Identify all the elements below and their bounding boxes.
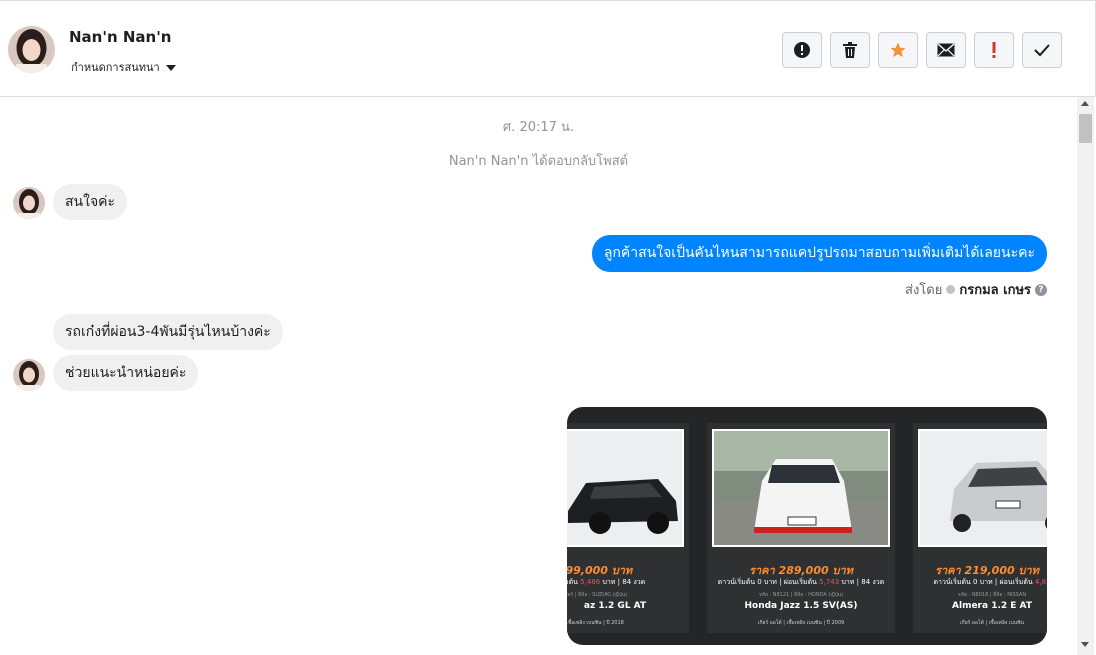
- delete-button[interactable]: [830, 32, 870, 68]
- message-timestamp: ศ. 20:17 น.: [502, 120, 575, 135]
- envelope-icon: [937, 43, 955, 57]
- installment-prefix: ผ่อนเริ่มต้น: [567, 578, 578, 586]
- reply-to-post-note: Nan'n Nan'n ได้ตอบกลับโพสต์: [448, 154, 629, 169]
- scrollbar-thumb[interactable]: [1079, 114, 1092, 143]
- sent-by-info: ส่งโดย กรกมล เกษร ?: [905, 279, 1047, 300]
- contact-name[interactable]: Nan'n Nan'n: [69, 28, 171, 46]
- check-icon: [1034, 44, 1050, 57]
- car-photo: [567, 429, 684, 547]
- outgoing-message[interactable]: ลูกค้าสนใจเป็นคันไหนสามารถแคปรูปรถมาสอบถ…: [591, 235, 1047, 272]
- car-photo: [712, 429, 890, 547]
- contact-avatar[interactable]: [8, 26, 55, 73]
- mark-done-button[interactable]: [1022, 32, 1062, 68]
- conversation-header: Nan'n Nan'n กำหนดการสนทนา: [0, 0, 1096, 97]
- car-footer: เกียร์ ออโต้ | เชื้อเพลิง เบนซิน | ปี 20…: [757, 620, 845, 626]
- sender-name[interactable]: กรกมล เกษร: [959, 279, 1031, 300]
- installment-info: ดาวน์เริ่มต้น 0 บาท | ผ่อนเริ่มต้น 4,83: [913, 577, 1047, 588]
- installment-prefix: ดาวน์เริ่มต้น 0 บาท | ผ่อนเริ่มต้น: [717, 578, 817, 586]
- car-spec: รหัส : N8018 | ยี่ห้อ : NISSAN: [957, 592, 1027, 598]
- car-footer: เกียร์ ออโต้ | เชื้อเพลิง เบนซิน: [959, 620, 1025, 626]
- incoming-message[interactable]: ช่วยแนะนำหน่อยค่ะ: [53, 355, 199, 391]
- help-icon[interactable]: ?: [1035, 283, 1047, 296]
- car-model: Almera 1.2 E AT: [952, 601, 1032, 611]
- star-button[interactable]: [878, 32, 918, 68]
- exclamation-circle-icon: [794, 42, 810, 58]
- installment-amount: 5,486: [580, 578, 601, 586]
- report-button[interactable]: [782, 32, 822, 68]
- assign-label: กำหนดการสนทนา: [71, 61, 160, 74]
- car-photo: [918, 429, 1047, 547]
- message-thread: ศ. 20:17 น. Nan'n Nan'n ได้ตอบกลับโพสต์ …: [0, 97, 1077, 655]
- car-listing-card: ราคา 289,000 บาท ดาวน์เริ่มต้น 0 บาท | ผ…: [707, 423, 895, 633]
- car-footer: เชื้อเพลิง เบนซิน | ปี 2018: [567, 620, 624, 626]
- sent-by-prefix: ส่งโดย: [905, 283, 943, 298]
- action-toolbar: [782, 32, 1062, 68]
- car-spec: รหัส : N8121 | ยี่ห้อ : HONDA (ญี่ปุ่น): [758, 592, 844, 598]
- exclamation-icon: [992, 42, 996, 58]
- installment-prefix: ดาวน์เริ่มต้น 0 บาท | ผ่อนเริ่มต้น: [933, 578, 1033, 586]
- incoming-message[interactable]: สนใจค่ะ: [53, 184, 128, 220]
- image-attachment[interactable]: 299,000 บาท ผ่อนเริ่มต้น 5,486 บาท | 84 …: [567, 407, 1047, 645]
- trash-icon: [843, 42, 857, 58]
- caret-down-icon: [165, 64, 176, 71]
- contact-avatar-small: [13, 187, 45, 219]
- star-icon: [890, 42, 906, 58]
- mark-important-button[interactable]: [974, 32, 1014, 68]
- installment-amount: 5,743: [819, 578, 840, 586]
- mark-unread-button[interactable]: [926, 32, 966, 68]
- check-circle-icon: [946, 285, 956, 294]
- installment-suffix: บาท | 84 งวด: [602, 578, 646, 586]
- incoming-message[interactable]: รถเก๋งที่ผ่อน3-4พันมีรุ่นไหนบ้างค่ะ: [53, 314, 283, 350]
- car-model: Honda Jazz 1.5 SV(AS): [744, 601, 858, 611]
- car-model: az 1.2 GL AT: [583, 601, 647, 611]
- installment-info: ผ่อนเริ่มต้น 5,486 บาท | 84 งวด: [567, 577, 689, 588]
- installment-info: ดาวน์เริ่มต้น 0 บาท | ผ่อนเริ่มต้น 5,743…: [707, 577, 895, 588]
- installment-amount: 4,83: [1034, 578, 1047, 586]
- assign-conversation-dropdown[interactable]: กำหนดการสนทนา: [71, 58, 176, 76]
- scroll-up-arrow-icon[interactable]: [1081, 101, 1089, 106]
- car-listing-card: ราคา 219,000 บาท ดาวน์เริ่มต้น 0 บาท | ผ…: [913, 423, 1047, 633]
- car-listing-card: 299,000 บาท ผ่อนเริ่มต้น 5,486 บาท | 84 …: [567, 423, 689, 633]
- scroll-down-arrow-icon[interactable]: [1081, 642, 1089, 647]
- thread-scrollbar[interactable]: [1077, 97, 1094, 655]
- contact-avatar-small: [13, 359, 45, 391]
- installment-suffix: บาท | 84 งวด: [841, 578, 885, 586]
- car-spec: เกียร์ | ยี่ห้อ : SUZUKI (ญี่ปุ่น): [567, 592, 628, 598]
